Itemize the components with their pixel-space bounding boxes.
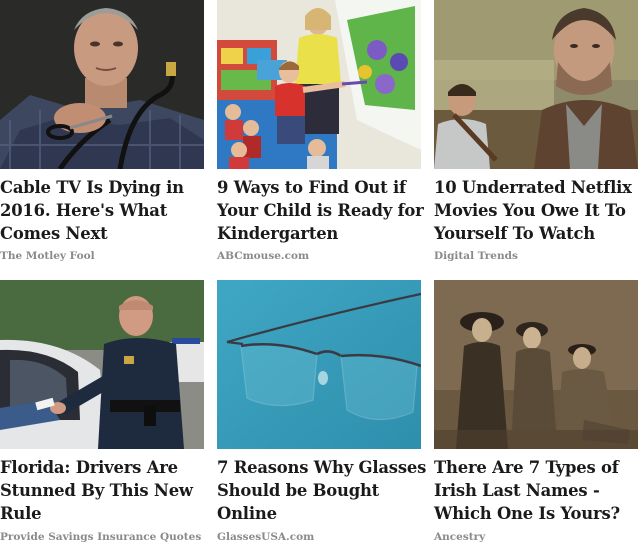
classroom-children-whiteboard-photo	[217, 0, 421, 169]
card-thumbnail[interactable]	[0, 0, 204, 169]
movie-still-bearded-man-boy-photo	[434, 0, 638, 169]
card-source: ABCmouse.com	[217, 250, 310, 262]
card-thumbnail[interactable]	[217, 0, 421, 169]
card-source: Provide Savings Insurance Quotes	[0, 531, 202, 543]
man-cutting-cable-photo	[0, 0, 204, 169]
card-thumbnail[interactable]	[434, 280, 638, 449]
police-officer-traffic-stop-photo	[0, 280, 204, 449]
card-thumbnail[interactable]	[0, 280, 204, 449]
card-source: Ancestry	[434, 531, 486, 543]
card-headline[interactable]: There Are 7 Types of Irish Last Names - …	[434, 456, 642, 525]
card-headline[interactable]: 9 Ways to Find Out if Your Child is Read…	[217, 176, 431, 245]
card-headline[interactable]: 7 Reasons Why Glasses Should be Bought O…	[217, 456, 431, 525]
eyeglasses-blue-background-photo	[217, 280, 421, 449]
sponsored-content-grid: Cable TV Is Dying in 2016. Here's What C…	[0, 0, 642, 552]
card-source: GlassesUSA.com	[217, 531, 315, 543]
card-source: Digital Trends	[434, 250, 518, 262]
card-headline[interactable]: 10 Underrated Netflix Movies You Owe It …	[434, 176, 642, 245]
card-source: The Motley Fool	[0, 250, 95, 262]
card-thumbnail[interactable]	[434, 0, 638, 169]
card-headline[interactable]: Florida: Drivers Are Stunned By This New…	[0, 456, 214, 525]
card-headline[interactable]: Cable TV Is Dying in 2016. Here's What C…	[0, 176, 214, 245]
card-thumbnail[interactable]	[217, 280, 421, 449]
vintage-family-portrait-photo	[434, 280, 638, 449]
